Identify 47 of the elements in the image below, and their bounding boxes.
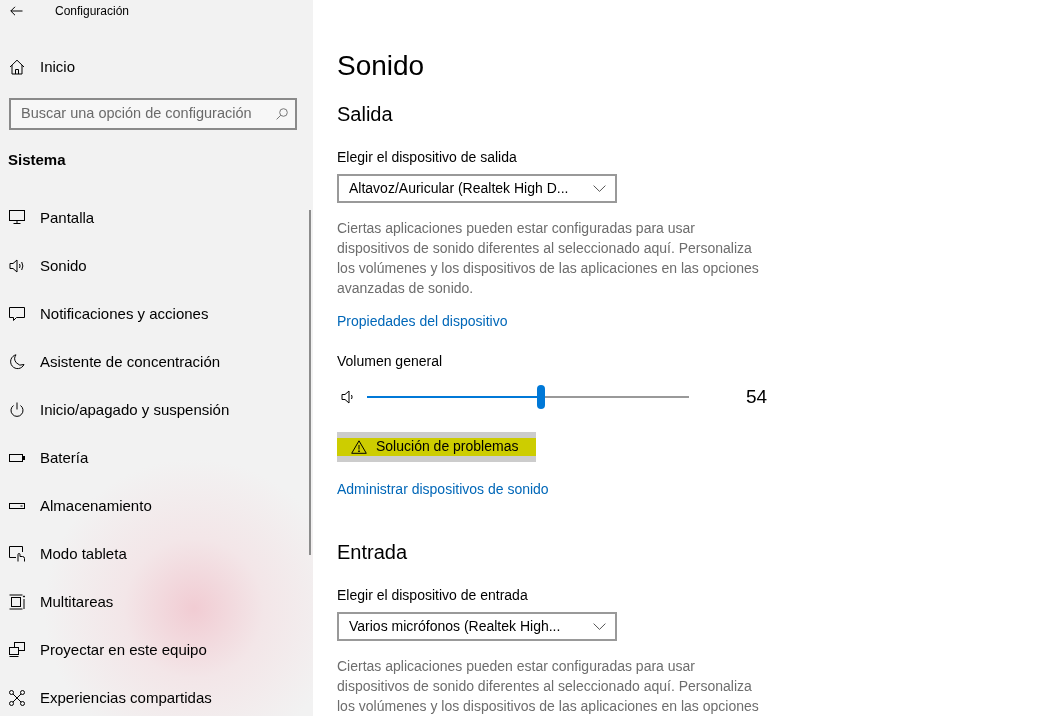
sidebar-item[interactable]: Inicio/apagado y suspensión	[0, 394, 290, 426]
window-title: Configuración	[55, 3, 130, 20]
power-icon	[9, 402, 25, 418]
warning-icon	[351, 439, 367, 454]
troubleshoot-button[interactable]: Solución de problemas	[337, 432, 537, 462]
shared-nodes-icon	[9, 690, 25, 706]
sidebar-item[interactable]: Batería	[0, 442, 290, 474]
speaker-icon	[9, 258, 25, 274]
device-dropdown[interactable]: Altavoz/Auricular (Realtek High D...	[337, 174, 617, 204]
home-link[interactable]: Inicio	[0, 43, 295, 91]
description-text: Ciertas aplicaciones pueden estar configuradas para usar dispositivos de sonido diferentes al seleccionado aquí. Personaliza los volúmenes y los dispositivos de las aplicaciones en las opciones	[337, 657, 760, 716]
search-icon	[276, 108, 288, 120]
sidebar-item[interactable]: Proyectar en este equipo	[0, 634, 290, 666]
volume-slider[interactable]	[367, 385, 689, 410]
slider-thumb[interactable]	[536, 385, 545, 410]
section-heading: Salida	[337, 102, 393, 127]
description-text: Ciertas aplicaciones pueden estar configuradas para usar dispositivos de sonido diferentes al seleccionado aquí. Personaliza los volúmenes y los dispositivos de las aplicaciones en las opciones avanzadas de sonido.	[337, 219, 760, 299]
speech-bubble-icon	[9, 306, 25, 322]
sidebar-item[interactable]: Multitareas	[0, 586, 290, 618]
search-field[interactable]: Buscar una opción de configuración	[9, 98, 297, 130]
moon-icon	[9, 354, 25, 370]
sidebar-item[interactable]: Modo tableta	[0, 538, 290, 570]
device-dropdown[interactable]: Varios micrófonos (Realtek High...	[337, 611, 617, 641]
home-icon	[9, 59, 25, 75]
dropdown-label: Elegir el dispositivo de entrada	[337, 585, 528, 605]
monitor-icon	[9, 210, 25, 226]
page-title: Sonido	[337, 49, 425, 83]
section-heading: Entrada	[337, 539, 408, 565]
device-properties-link[interactable]: Propiedades del dispositivo	[337, 311, 508, 332]
sidebar-item[interactable]: Experiencias compartidas	[0, 682, 290, 714]
sidebar-item[interactable]: Asistente de concentración	[0, 346, 290, 378]
manage-devices-link[interactable]: Administrar dispositivos de sonido	[337, 478, 549, 499]
tablet-hand-icon	[9, 546, 25, 562]
multitasking-icon	[9, 594, 25, 610]
sidebar-item[interactable]: Almacenamiento	[0, 490, 290, 522]
chevron-down-icon	[593, 185, 606, 193]
volume-value: 54	[746, 384, 768, 409]
chevron-down-icon	[593, 622, 606, 630]
project-screen-icon	[9, 642, 25, 658]
volume-label: Volumen general	[337, 352, 443, 372]
sidebar-item[interactable]: Sonido	[0, 250, 290, 282]
scrollbar-thumb[interactable]	[309, 210, 311, 555]
section-heading: Sistema	[7, 149, 67, 170]
sidebar-item[interactable]: Notificaciones y acciones	[0, 298, 290, 330]
dropdown-label: Elegir el dispositivo de salida	[337, 148, 517, 167]
back-arrow-icon	[10, 6, 23, 16]
sidebar-item[interactable]: Pantalla	[0, 202, 290, 234]
